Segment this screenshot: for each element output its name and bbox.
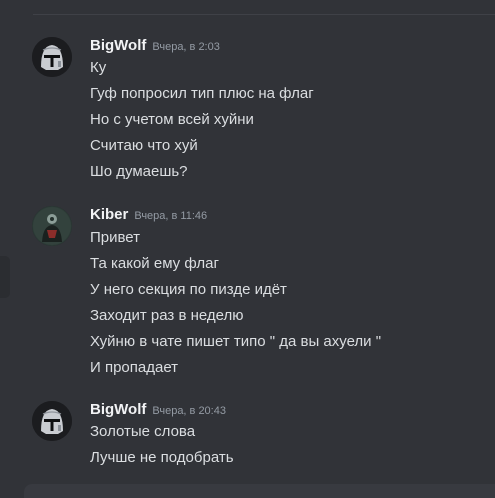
avatar[interactable]	[32, 37, 72, 77]
mandalorian-helmet-icon	[32, 37, 72, 77]
author-name[interactable]: BigWolf	[90, 37, 146, 54]
scroll-handle[interactable]	[0, 256, 10, 298]
message-text: Хуйню в чате пишет типо " да вы ахуели "	[90, 333, 382, 350]
author-name[interactable]: Kiber	[90, 206, 128, 223]
message-header: Kiber Вчера, в 11:46	[90, 206, 207, 226]
message-lines: Привет Та какой ему флаг У него секция п…	[90, 228, 381, 384]
message-text: Привет	[90, 229, 141, 246]
message-text: И пропадает	[90, 359, 179, 376]
message-text: Лучше не подобрать	[90, 449, 234, 466]
timestamp[interactable]: Вчера, в 20:43	[152, 405, 226, 417]
message-header: BigWolf Вчера, в 2:03	[90, 37, 220, 57]
avatar[interactable]	[32, 206, 72, 246]
message-header: BigWolf Вчера, в 20:43	[90, 401, 226, 421]
message-divider	[33, 14, 495, 15]
message-lines: Золотые слова Лучше не подобрать	[90, 422, 234, 474]
message-text: Та какой ему флаг	[90, 255, 219, 272]
dark-figure-icon	[32, 206, 72, 246]
message-text: Золотые слова	[90, 423, 196, 440]
message-text: У него секция по пизде идёт	[90, 281, 287, 298]
chat-area: BigWolf Вчера, в 2:03 Ку Гуф попросил тип…	[0, 0, 495, 498]
message-text: Но с учетом всей хуйни	[90, 111, 254, 128]
message-composer[interactable]	[24, 484, 495, 498]
message-text: Гуф попросил тип плюс на флаг	[90, 85, 314, 102]
message-text: Ку	[90, 59, 107, 76]
mandalorian-helmet-icon	[32, 401, 72, 441]
message-lines: Ку Гуф попросил тип плюс на флаг Но с уч…	[90, 58, 314, 188]
timestamp[interactable]: Вчера, в 2:03	[152, 41, 219, 53]
author-name[interactable]: BigWolf	[90, 401, 146, 418]
message-text: Заходит раз в неделю	[90, 307, 244, 324]
message-text: Считаю что хуй	[90, 137, 198, 154]
timestamp[interactable]: Вчера, в 11:46	[134, 210, 207, 222]
avatar[interactable]	[32, 401, 72, 441]
message-text: Шо думаешь?	[90, 163, 188, 180]
